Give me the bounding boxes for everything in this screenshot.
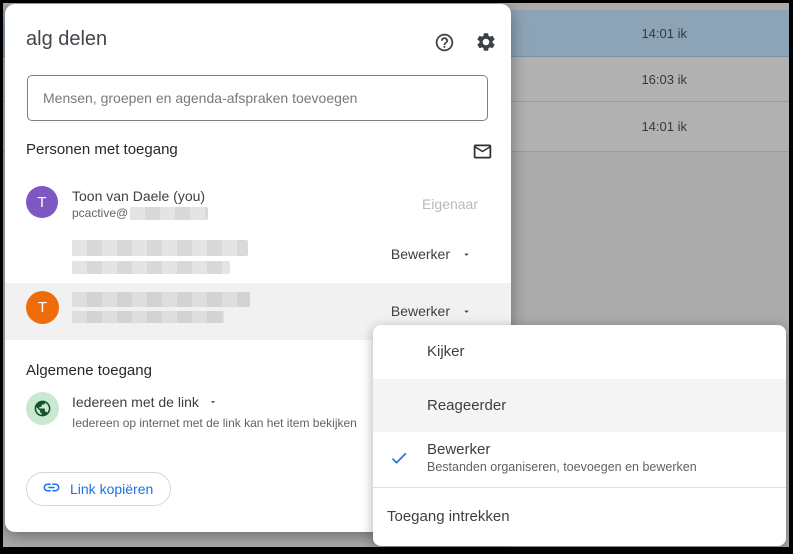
menu-item-label: Bewerker [427, 441, 491, 458]
help-button[interactable] [432, 30, 456, 54]
envelope-icon [472, 141, 493, 162]
menu-item-toegang-intrekken[interactable]: Toegang intrekken [373, 488, 786, 546]
redacted-email [130, 206, 209, 220]
avatar-owner: T [26, 186, 58, 218]
file-row-time: 16:03 ik [641, 71, 687, 87]
person-row: Bewerker [5, 228, 511, 283]
file-row-time: 14:01 ik [641, 119, 687, 134]
menu-item-bewerker[interactable]: Bewerker Bestanden organiseren, toevoege… [373, 432, 786, 487]
access-description: Iedereen op internet met de link kan het… [72, 416, 357, 430]
people-section-title: Personen met toegang [26, 141, 178, 158]
role-owner-label: Eigenaar [421, 196, 478, 212]
redacted-email [72, 311, 224, 323]
add-people-input[interactable] [27, 75, 488, 121]
menu-item-bewerker-text: Bewerker Bestanden organiseren, toevoege… [427, 440, 697, 476]
window: 14:01 ik 16:03 ik 14:01 ik alg delen Per… [0, 0, 793, 554]
role-label: Bewerker [390, 303, 450, 319]
access-scope-label: Iedereen met de link [72, 394, 199, 410]
menu-item-reageerder[interactable]: Reageerder [373, 379, 786, 432]
redacted-email [72, 261, 230, 274]
dialog-title: alg delen [26, 28, 108, 50]
person-row-owner: T Toon van Daele (you) pcactive@ Eigenaa… [5, 174, 511, 226]
redacted-name [72, 292, 250, 307]
copy-link-button[interactable]: Link kopiëren [26, 472, 172, 506]
avatar-orange: T [26, 291, 59, 324]
chevron-down-icon [461, 306, 472, 317]
role-dropdown-open[interactable]: Bewerker [391, 303, 472, 319]
access-scope-dropdown[interactable]: Iedereen met de link [72, 394, 218, 410]
copy-link-label: Link kopiëren [70, 481, 154, 497]
file-row-time: 14:01 ik [641, 25, 687, 41]
menu-item-kijker[interactable]: Kijker [373, 325, 786, 379]
role-dropdown[interactable]: Bewerker [391, 246, 472, 262]
link-icon [42, 478, 61, 500]
globe-icon [26, 392, 59, 425]
help-icon [434, 32, 455, 53]
general-access-title: Algemene toegang [26, 362, 152, 379]
chevron-down-icon [461, 249, 472, 260]
menu-item-description: Bestanden organiseren, toevoegen en bewe… [427, 460, 697, 474]
settings-button[interactable] [474, 30, 498, 54]
person-name: Toon van Daele (you) [72, 188, 206, 204]
person-email: pcactive@ [72, 206, 209, 220]
checkmark-icon [389, 448, 409, 472]
gear-icon [475, 31, 497, 53]
redacted-name [72, 240, 248, 256]
role-menu: Kijker Reageerder Bewerker Bestanden org… [373, 325, 786, 546]
role-label: Bewerker [390, 246, 450, 262]
avatar-photo [26, 238, 59, 271]
email-people-button[interactable] [470, 139, 494, 163]
chevron-down-icon [208, 397, 218, 407]
